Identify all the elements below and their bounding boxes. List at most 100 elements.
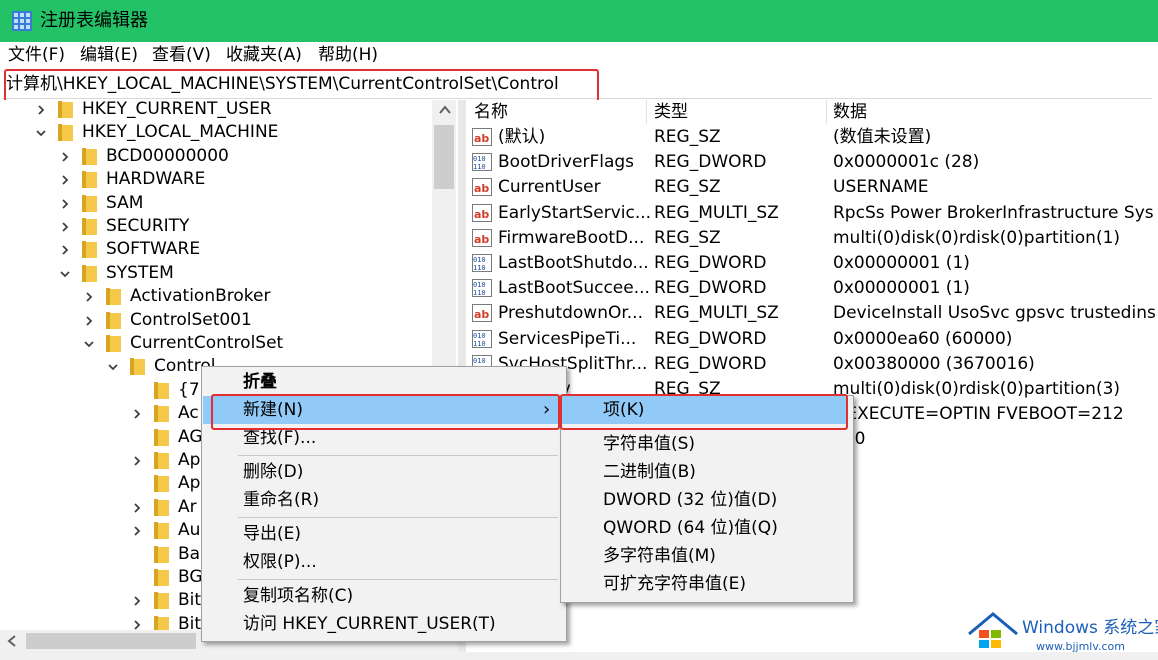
value-row[interactable]: 010 110 LastBootShutdo... REG_DWORD 0x000000… xyxy=(468,251,1156,276)
chevron-down-icon[interactable] xyxy=(60,269,70,279)
tree-item[interactable]: BCD00000000 xyxy=(0,145,430,168)
value-row[interactable]: ab FirmwareBootD... REG_SZ multi(0)disk(0)r… xyxy=(468,226,1156,251)
submenu-dword-value[interactable]: DWORD (32 位)值(D) xyxy=(603,486,777,514)
chevron-right-icon[interactable] xyxy=(84,292,94,302)
menu-file[interactable]: 文件(F) xyxy=(8,43,65,67)
tree-item-label: Au xyxy=(178,520,201,541)
value-row[interactable]: 010 110 BootDriverFlags REG_DWORD 0x0000001c… xyxy=(468,150,1156,175)
tree-item[interactable]: SAM xyxy=(0,192,430,215)
chevron-down-icon[interactable] xyxy=(36,128,46,138)
svg-text:010: 010 xyxy=(473,281,486,289)
svg-text:ab: ab xyxy=(474,308,489,321)
binary-value-icon: 010110 xyxy=(472,153,492,172)
tree-item-label: CurrentControlSet xyxy=(130,333,284,353)
tree-item[interactable]: HARDWARE xyxy=(0,168,430,191)
string-value-icon: ab xyxy=(472,304,492,323)
string-value-icon: ab xyxy=(472,228,492,247)
column-divider[interactable] xyxy=(826,100,827,124)
column-header-type[interactable]: 类型 xyxy=(654,100,688,124)
menu-help[interactable]: 帮助(H) xyxy=(318,43,378,67)
watermark-url: www.bjjmlv.com xyxy=(1036,640,1125,653)
chevron-right-icon[interactable] xyxy=(36,105,46,115)
value-type: REG_DWORD xyxy=(654,152,767,173)
chevron-right-icon[interactable] xyxy=(60,222,70,232)
tree-item-label: SAM xyxy=(106,192,144,213)
value-row[interactable]: 010 110 LastBootSuccee... REG_DWORD 0x000000… xyxy=(468,276,1156,301)
submenu-qword-value[interactable]: QWORD (64 位)值(Q) xyxy=(603,514,778,542)
tree-item-label: SYSTEM xyxy=(106,262,174,283)
folder-icon xyxy=(154,569,169,586)
chevron-right-icon[interactable] xyxy=(60,152,70,162)
chevron-right-icon[interactable] xyxy=(132,596,142,607)
tree-item[interactable]: ActivationBroker xyxy=(0,285,430,308)
chevron-right-icon[interactable] xyxy=(84,315,94,326)
tree-item-label: HKEY_CURRENT_USER xyxy=(82,99,272,119)
chevron-right-icon[interactable] xyxy=(60,198,70,209)
chevron-down-icon[interactable] xyxy=(108,362,118,372)
chevron-right-icon[interactable] xyxy=(60,175,70,185)
folder-icon xyxy=(154,498,169,516)
value-type: REG_SZ xyxy=(654,127,721,147)
folder-icon xyxy=(82,241,97,259)
ctx-export[interactable]: 导出(E) xyxy=(243,520,301,548)
value-row[interactable]: 010110SvcHostSplitThr...REG_DWORD0x00380… xyxy=(468,352,1156,377)
chevron-down-icon[interactable] xyxy=(84,339,94,349)
value-data: 0x00000001 (1) xyxy=(833,253,970,273)
submenu-binary-value[interactable]: 二进制值(B) xyxy=(603,458,696,486)
chevron-right-icon[interactable] xyxy=(132,456,142,466)
string-value-icon: ab xyxy=(472,203,492,222)
svg-text:010: 010 xyxy=(473,357,486,365)
submenu-multi-string-value[interactable]: 多字符串值(M) xyxy=(603,542,716,570)
tree-item[interactable]: HKEY_CURRENT_USER xyxy=(0,98,430,121)
chevron-right-icon[interactable] xyxy=(60,245,70,256)
binary-value-icon: 010110 xyxy=(472,279,492,298)
scroll-left-arrow-icon[interactable] xyxy=(6,634,18,648)
column-divider[interactable] xyxy=(646,100,647,124)
tree-item[interactable]: CurrentControlSet xyxy=(0,332,430,355)
tree-item[interactable]: HKEY_LOCAL_MACHINE xyxy=(0,121,430,144)
value-data: DeviceInstall UsoSvc gpsvc trustedins xyxy=(833,303,1156,324)
chevron-right-icon[interactable] xyxy=(132,503,142,513)
chevron-right-icon[interactable] xyxy=(132,526,142,536)
column-header-data[interactable]: 数据 xyxy=(833,100,867,124)
value-row[interactable]: ab PreshutdownOr... REG_MULTI_SZ DeviceInst… xyxy=(468,301,1156,326)
tree-item[interactable]: SOFTWARE xyxy=(0,238,430,261)
ctx-rename[interactable]: 重命名(R) xyxy=(243,486,319,514)
tree-item[interactable]: ControlSet001 xyxy=(0,309,430,332)
binary-value-icon: 010110 xyxy=(472,329,492,348)
scroll-up-arrow-icon[interactable] xyxy=(438,104,452,116)
submenu-string-value[interactable]: 字符串值(S) xyxy=(603,430,695,458)
value-row[interactable]: ab EarlyStartServic... REG_MULTI_SZ RpcSs P… xyxy=(468,201,1156,226)
tree-item[interactable]: SECURITY xyxy=(0,215,430,238)
svg-text:110: 110 xyxy=(473,340,486,348)
svg-text:ab: ab xyxy=(474,132,489,145)
ctx-permissions[interactable]: 权限(P)... xyxy=(243,548,317,576)
column-header-name[interactable]: 名称 xyxy=(474,100,508,124)
value-row[interactable]: ab CurrentUser REG_SZ USERNAME xyxy=(468,175,1156,200)
folder-icon xyxy=(154,592,169,610)
submenu-expandable-string-value[interactable]: 可扩充字符串值(E) xyxy=(603,570,746,598)
ctx-goto-hkcu[interactable]: 访问 HKEY_CURRENT_USER(T) xyxy=(243,610,496,638)
folder-icon xyxy=(106,335,121,352)
ctx-delete[interactable]: 删除(D) xyxy=(243,458,303,486)
ctx-copy-key-name[interactable]: 复制项名称(C) xyxy=(243,582,353,610)
tree-item[interactable]: SYSTEM xyxy=(0,262,430,285)
ctx-collapse[interactable]: 折叠 xyxy=(243,368,277,396)
tree-scroll-thumb[interactable] xyxy=(434,125,454,189)
chevron-right-icon[interactable] xyxy=(132,620,142,630)
folder-icon xyxy=(130,358,145,376)
value-row[interactable]: 010 110 ServicesPipeTi... REG_DWORD 0x0000ea… xyxy=(468,327,1156,352)
value-type: REG_DWORD xyxy=(654,253,767,273)
value-type: REG_DWORD xyxy=(654,278,767,299)
menu-favorites[interactable]: 收藏夹(A) xyxy=(226,43,302,67)
tree-hscroll-thumb[interactable] xyxy=(26,633,196,649)
value-row[interactable]: ab (默认) REG_SZ (数值未设置) xyxy=(468,125,1156,150)
menu-edit[interactable]: 编辑(E) xyxy=(80,43,138,67)
menu-view[interactable]: 查看(V) xyxy=(152,43,211,67)
menu-separator xyxy=(238,517,558,518)
tree-item-label: Ar xyxy=(178,496,197,517)
value-name: PreshutdownOr... xyxy=(498,303,643,324)
value-data: RpcSs Power BrokerInfrastructure Sys xyxy=(833,202,1154,223)
tree-item-label: SOFTWARE xyxy=(106,239,201,260)
chevron-right-icon[interactable] xyxy=(132,409,142,419)
